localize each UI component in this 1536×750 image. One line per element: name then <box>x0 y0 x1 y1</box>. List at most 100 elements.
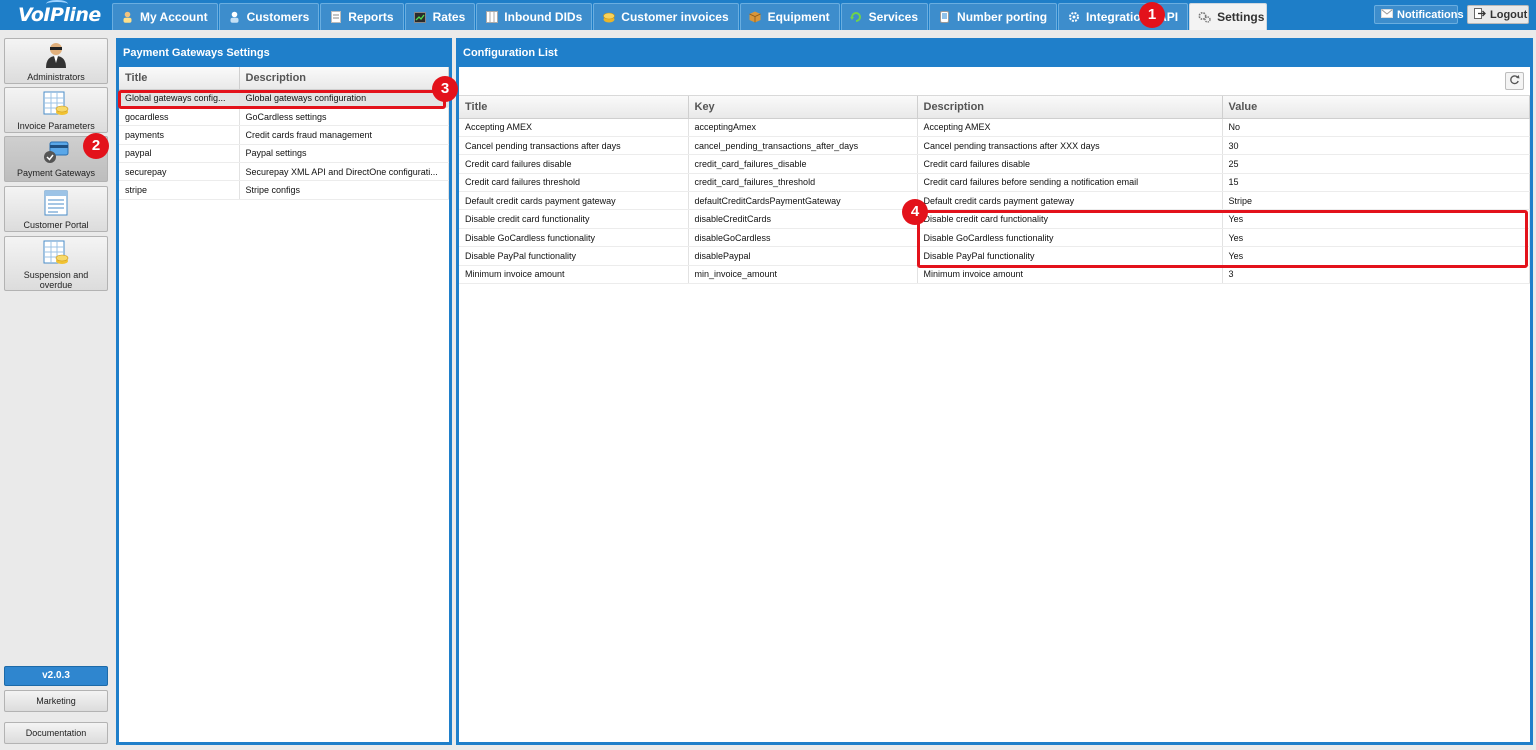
logout-button[interactable]: Logout <box>1467 5 1529 24</box>
cell-title: Cancel pending transactions after days <box>459 136 689 156</box>
dids-icon <box>485 11 498 24</box>
payment-gateways-settings-panel: Payment Gateways Settings Title Descript… <box>116 38 452 745</box>
table-row[interactable]: securepay Securepay XML API and DirectOne… <box>119 162 449 182</box>
tab-equipment[interactable]: Equipment <box>739 3 840 30</box>
cell-description: Cancel pending transactions after XXX da… <box>917 136 1223 156</box>
table-header-row: Title Description <box>119 67 449 90</box>
tab-customers[interactable]: Customers <box>218 3 320 30</box>
suspension-icon <box>5 240 107 268</box>
table-row[interactable]: payments Credit cards fraud management <box>119 125 449 145</box>
customers-icon <box>228 11 241 24</box>
notifications-button[interactable]: Notifications <box>1374 5 1464 24</box>
tab-my-account[interactable]: My Account <box>112 3 218 30</box>
tab-number-porting[interactable]: Number porting <box>929 3 1058 30</box>
logo-signal-icon <box>46 0 68 8</box>
main-tabs: My Account Customers Reports Rates Inbou… <box>112 3 1268 30</box>
cell-description: Credit card failures before sending a no… <box>917 173 1223 193</box>
gateways-table: Title Description Global gateways config… <box>119 67 449 200</box>
reports-icon <box>329 11 342 24</box>
cell-value: Stripe <box>1222 191 1530 211</box>
cell-description: Accepting AMEX <box>917 118 1223 137</box>
cell-value: 15 <box>1222 173 1530 193</box>
coins-icon <box>602 11 615 24</box>
cell-title: Disable credit card functionality <box>459 209 689 229</box>
table-row[interactable]: Credit card failures threshold credit_car… <box>459 173 1530 193</box>
cell-key: cancel_pending_transactions_after_days <box>688 136 918 156</box>
table-header-row: Title Key Description Value <box>459 96 1530 119</box>
table-row[interactable]: Cancel pending transactions after days ca… <box>459 136 1530 156</box>
sidebar-item-invoice-parameters[interactable]: Invoice Parameters <box>4 87 108 133</box>
cell-title: Credit card failures threshold <box>459 173 689 193</box>
annotation-step-badge: 2 <box>83 133 109 159</box>
configuration-list-panel: Configuration List Title Key Description… <box>456 38 1533 745</box>
annotation-highlight-box <box>917 210 1528 268</box>
tab-rates[interactable]: Rates <box>404 3 476 30</box>
cell-key: min_invoice_amount <box>688 265 918 285</box>
cell-key: disableGoCardless <box>688 228 918 248</box>
cell-description: GoCardless settings <box>239 107 449 127</box>
table-row[interactable]: paypal Paypal settings <box>119 144 449 164</box>
sidebar-item-customer-portal[interactable]: Customer Portal <box>4 186 108 232</box>
gear-icon <box>1067 11 1080 24</box>
logout-icon <box>1474 7 1486 22</box>
table-row[interactable]: stripe Stripe configs <box>119 180 449 200</box>
brand-logo[interactable]: VoIPline <box>18 0 101 28</box>
column-header-title[interactable]: Title <box>459 96 689 119</box>
sidebar-item-administrators[interactable]: Administrators <box>4 38 108 84</box>
cell-title: Accepting AMEX <box>459 118 689 137</box>
column-header-title[interactable]: Title <box>119 67 240 90</box>
cell-title: Disable PayPal functionality <box>459 246 689 266</box>
cell-description: Credit cards fraud management <box>239 125 449 145</box>
refresh-icon <box>1509 74 1520 88</box>
cell-description: Stripe configs <box>239 180 449 200</box>
annotation-highlight-box <box>118 90 446 109</box>
cell-value: No <box>1222 118 1530 137</box>
table-row[interactable]: Default credit cards payment gateway defa… <box>459 191 1530 211</box>
column-header-description[interactable]: Description <box>917 96 1223 119</box>
table-row[interactable]: Credit card failures disable credit_card_… <box>459 154 1530 174</box>
settings-icon <box>1198 11 1211 24</box>
cell-key: credit_card_failures_threshold <box>688 173 918 193</box>
annotation-step-badge: 1 <box>1139 2 1165 28</box>
cell-key: disableCreditCards <box>688 209 918 229</box>
portal-icon <box>5 190 107 218</box>
phone-icon <box>938 11 951 24</box>
cell-title: paypal <box>119 144 240 164</box>
marketing-button[interactable]: Marketing <box>4 690 108 712</box>
tab-services[interactable]: Services <box>840 3 929 30</box>
envelope-icon <box>1381 8 1393 21</box>
cell-value: 30 <box>1222 136 1530 156</box>
table-row[interactable]: Accepting AMEX acceptingAmex Accepting AME… <box>459 118 1530 137</box>
column-header-key[interactable]: Key <box>688 96 918 119</box>
panel-title: Configuration List <box>459 41 1530 67</box>
cell-key: credit_card_failures_disable <box>688 154 918 174</box>
column-header-value[interactable]: Value <box>1222 96 1530 119</box>
invoice-icon <box>5 91 107 119</box>
panel-title: Payment Gateways Settings <box>119 41 449 67</box>
tab-reports[interactable]: Reports <box>320 3 404 30</box>
tab-integrations-api[interactable]: Integrations/API <box>1058 3 1189 30</box>
cell-title: securepay <box>119 162 240 182</box>
tab-customer-invoices[interactable]: Customer invoices <box>593 3 739 30</box>
column-header-description[interactable]: Description <box>239 67 449 90</box>
table-row[interactable]: gocardless GoCardless settings <box>119 107 449 127</box>
panel-toolbar <box>459 67 1530 96</box>
sidebar-item-suspension-and-overdue[interactable]: Suspension and overdue <box>4 236 108 291</box>
top-navigation-bar: VoIPline My Account Customers Reports Ra… <box>0 0 1536 30</box>
documentation-button[interactable]: Documentation <box>4 722 108 744</box>
cell-title: Default credit cards payment gateway <box>459 191 689 211</box>
refresh-button[interactable] <box>1505 72 1524 90</box>
tab-settings[interactable]: Settings <box>1189 3 1268 30</box>
cell-description: Credit card failures disable <box>917 154 1223 174</box>
cell-title: payments <box>119 125 240 145</box>
annotation-step-badge: 3 <box>432 76 458 102</box>
version-badge: v2.0.3 <box>4 666 108 686</box>
rates-icon <box>414 11 427 24</box>
cell-title: gocardless <box>119 107 240 127</box>
annotation-step-badge: 4 <box>902 199 928 225</box>
cell-description: Default credit cards payment gateway <box>917 191 1223 211</box>
cell-title: Disable GoCardless functionality <box>459 228 689 248</box>
cell-description: Securepay XML API and DirectOne configur… <box>239 162 449 182</box>
cell-key: acceptingAmex <box>688 118 918 137</box>
tab-inbound-dids[interactable]: Inbound DIDs <box>476 3 593 30</box>
